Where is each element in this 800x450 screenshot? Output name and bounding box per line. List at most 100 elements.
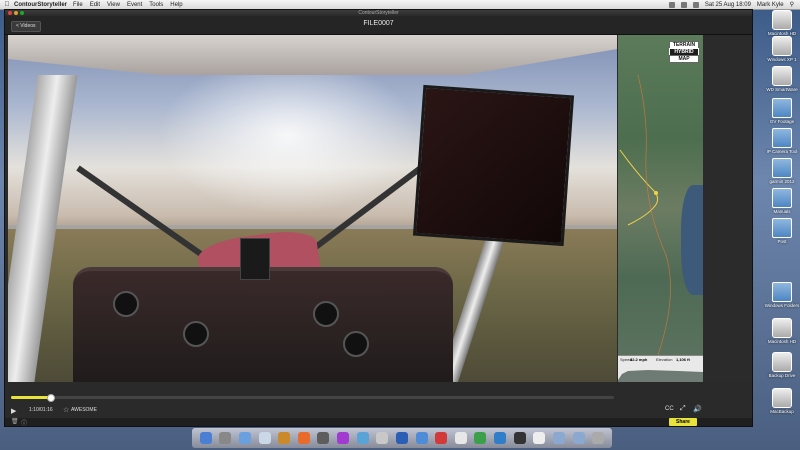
excel-icon[interactable]: [474, 432, 487, 444]
menu-event[interactable]: Event: [127, 2, 142, 8]
desktop-icon-label: IP Camera Tool: [766, 149, 798, 154]
menu-app-name[interactable]: ContourStoryteller: [14, 2, 67, 8]
desktop-icon[interactable]: garmin 2012: [762, 158, 800, 184]
bottom-toolbar: 🗑 ⓘ Share: [5, 418, 752, 427]
close-icon[interactable]: [8, 11, 12, 15]
menu-view[interactable]: View: [107, 2, 120, 8]
video-sky: [158, 55, 418, 215]
video-player[interactable]: [8, 35, 617, 382]
map-map-button[interactable]: MAP: [669, 55, 699, 63]
timeline-progress: [11, 396, 51, 399]
page-title: FILE0007: [363, 20, 394, 27]
desktop-icon-label: garmin 2012: [769, 179, 795, 184]
timeline-playhead[interactable]: [47, 394, 56, 402]
desktop-icon-label: Windows Folders: [764, 303, 800, 308]
drive-icon: [772, 10, 792, 30]
storyteller-icon[interactable]: [513, 432, 526, 444]
app-icon[interactable]: [533, 432, 546, 444]
gps-map[interactable]: TERRAIN HYBRID MAP Speed 82.2 mph Elevat…: [618, 35, 703, 382]
folder-icon: [772, 282, 792, 302]
time-readout: 1:10/01:16: [29, 407, 53, 413]
awesome-button[interactable]: AWESOME: [71, 407, 97, 413]
menubar-status-area: Sat 25 Aug 18:09 Mark Kyle ⚲: [668, 1, 800, 8]
desktop-icon-label: MacBackup: [770, 409, 794, 414]
menubar-clock[interactable]: Sat 25 Aug 18:09: [705, 2, 751, 8]
gauge-icon: [313, 301, 339, 327]
folder-icon: [772, 158, 792, 178]
menu-help[interactable]: Help: [170, 2, 182, 8]
desktop-icon-label: GV Footage: [769, 119, 795, 124]
mail-icon[interactable]: [258, 432, 271, 444]
desktop-icon-label: Post: [777, 239, 787, 244]
elevation-profile: Speed 82.2 mph Elevation 1,106 ft: [618, 355, 703, 382]
volume-icon[interactable]: 🔊: [693, 405, 702, 413]
word-icon[interactable]: [395, 432, 408, 444]
pdf-icon[interactable]: [435, 432, 448, 444]
desktop-icon-label: Macintosh HD: [767, 339, 797, 344]
dashboard-icon[interactable]: [219, 432, 232, 444]
video-instrument-panel: [73, 267, 453, 382]
skype-icon[interactable]: [356, 432, 369, 444]
share-button[interactable]: Share: [669, 418, 697, 426]
dock: [192, 428, 612, 448]
drive-icon: [772, 388, 792, 408]
header-bar: < Videos FILE0007: [5, 16, 752, 35]
desktop-icon[interactable]: Backup Drive: [762, 352, 800, 378]
desktop-icon[interactable]: Windows XP 1: [762, 36, 800, 62]
desktop-icon[interactable]: Manuals: [762, 188, 800, 214]
safari-icon[interactable]: [238, 432, 251, 444]
cc-button[interactable]: CC: [665, 406, 674, 412]
desktop-icon-label: Windows XP 1: [767, 57, 797, 62]
photo-icon[interactable]: [278, 432, 291, 444]
fullscreen-icon[interactable]: ⤢: [680, 405, 686, 413]
itunes-icon[interactable]: [337, 432, 349, 444]
menu-file[interactable]: File: [73, 2, 83, 8]
gauge-icon: [113, 291, 139, 317]
volume-icon[interactable]: [680, 1, 687, 8]
timeline-scrubber[interactable]: [11, 394, 614, 402]
gauge-icon: [183, 321, 209, 347]
video-camera-mount: [240, 238, 270, 280]
desktop-icon[interactable]: IP Camera Tool: [762, 128, 800, 154]
menu-edit[interactable]: Edit: [90, 2, 100, 8]
transport-bar: ▶ 1:10/01:16 ☆ AWESOME CC ⤢ 🔊: [5, 404, 752, 416]
desktop-icon[interactable]: GV Footage: [762, 98, 800, 124]
desktop-icon[interactable]: Macintosh HD: [762, 10, 800, 36]
battery-icon[interactable]: [692, 1, 699, 8]
minimize-icon[interactable]: [14, 11, 18, 15]
trash-icon[interactable]: 🗑: [11, 418, 19, 425]
desktop-icon[interactable]: Macintosh HD: [762, 318, 800, 344]
apple-icon[interactable]: : [0, 1, 14, 8]
app-icon[interactable]: [494, 432, 506, 444]
app-icon[interactable]: [317, 432, 330, 444]
app-window: ContourStoryteller < Videos FILE0007 TER…: [4, 9, 753, 427]
desktop-icon[interactable]: MacBackup: [762, 388, 800, 414]
finder-icon[interactable]: [199, 432, 212, 444]
firefox-icon[interactable]: [297, 432, 310, 444]
player-controls: ▶ 1:10/01:16 ☆ AWESOME CC ⤢ 🔊 🗑 ⓘ Share: [5, 382, 752, 427]
desktop-icon-label: Backup Drive: [768, 373, 796, 378]
star-icon[interactable]: ☆: [63, 406, 69, 414]
trash-icon[interactable]: [592, 432, 605, 444]
desktop-icon[interactable]: WD SmartWare: [762, 66, 800, 92]
spotlight-icon[interactable]: ⚲: [790, 1, 794, 8]
wifi-icon[interactable]: [668, 1, 675, 8]
drive-icon: [772, 66, 792, 86]
app-icon[interactable]: [415, 432, 428, 444]
play-icon[interactable]: ▶: [11, 407, 16, 415]
folder-icon: [772, 218, 792, 238]
preview-icon[interactable]: [376, 432, 389, 444]
desktop-icon[interactable]: Windows Folders: [762, 282, 800, 308]
drive-icon: [772, 352, 792, 372]
folder-icon[interactable]: [572, 432, 585, 444]
info-icon[interactable]: ⓘ: [21, 418, 27, 427]
desktop-icon[interactable]: Post: [762, 218, 800, 244]
zoom-icon[interactable]: [20, 11, 24, 15]
menubar-user[interactable]: Mark Kyle: [757, 2, 784, 8]
folder-icon[interactable]: [552, 432, 565, 444]
menu-tools[interactable]: Tools: [149, 2, 163, 8]
desktop-icon-label: WD SmartWare: [766, 87, 798, 92]
elevation-chart: [618, 370, 703, 382]
app-icon[interactable]: [454, 432, 467, 444]
folder-icon: [772, 128, 792, 148]
